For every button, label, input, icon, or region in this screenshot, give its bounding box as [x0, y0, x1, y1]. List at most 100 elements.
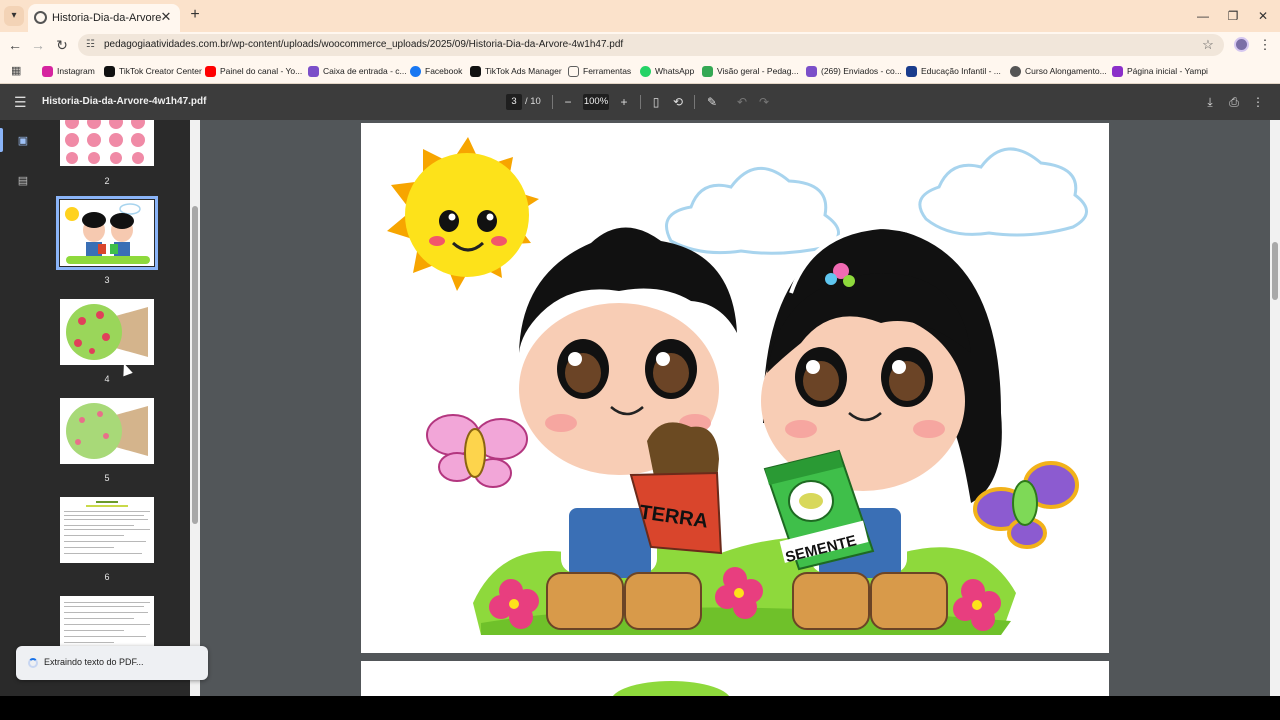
tab-strip: ▾ Historia-Dia-da-Arvore-4w1h47 ✕ + — ❐ …	[0, 0, 1280, 32]
globe-icon	[34, 11, 47, 24]
bookmark-label: TikTok Ads Manager	[485, 66, 562, 76]
hearts-thumbnail-image	[60, 120, 154, 166]
bookmark-facebook[interactable]: Facebook	[410, 63, 462, 79]
redo-icon[interactable]: ↷	[756, 94, 772, 110]
thumbnail-page-2[interactable]	[60, 120, 154, 166]
thumbnail-scrollbar-thumb[interactable]	[192, 206, 198, 524]
main-scrollbar[interactable]	[1270, 120, 1280, 696]
bookmark-label: Caixa de entrada - c...	[323, 66, 407, 76]
bookmark-label: WhatsApp	[655, 66, 695, 76]
rotate-icon[interactable]: ⟲	[670, 94, 686, 110]
kids-thumbnail-image	[60, 200, 154, 266]
page-icon	[906, 65, 917, 77]
browser-toolbar: ← → ↻ ☷ pedagogiaatividades.com.br/wp-co…	[0, 32, 1280, 58]
whatsapp-icon	[640, 65, 651, 77]
zoom-in-icon[interactable]: +	[616, 94, 632, 110]
bookmark-inbox[interactable]: Caixa de entrada - c...	[308, 63, 407, 79]
thumbnail-number: 2	[104, 176, 110, 186]
zoom-input[interactable]: 100%	[583, 94, 609, 110]
yampi-icon	[1112, 65, 1123, 77]
window-close-button[interactable]: ✕	[1248, 6, 1278, 26]
url-text: pedagogiaatividades.com.br/wp-content/up…	[104, 39, 624, 50]
site-info-icon[interactable]: ☷	[86, 39, 98, 51]
toast-text: Extraindo texto do PDF...	[44, 657, 144, 667]
thumbnail-number: 5	[104, 473, 110, 483]
page-number-input[interactable]: 3	[506, 94, 522, 110]
tab-title: Historia-Dia-da-Arvore-4w1h47	[52, 12, 162, 24]
forward-button[interactable]: →	[28, 35, 48, 55]
bookmark-label: Visão geral - Pedag...	[717, 66, 799, 76]
pdf-file-name: Historia-Dia-da-Arvore-4w1h47.pdf	[42, 96, 207, 107]
bookmark-tiktok-ads[interactable]: TikTok Ads Manager	[470, 63, 562, 79]
menu-icon[interactable]: ☰	[14, 95, 28, 109]
text-thumbnail-image	[60, 497, 154, 563]
bookmark-label: Página inicial - Yampi	[1127, 66, 1208, 76]
bookmark-label: TikTok Creator Center	[119, 66, 202, 76]
pink-butterfly-icon	[426, 414, 528, 488]
sun-icon	[387, 137, 539, 291]
thumbnail-panel: 2 3 4 5 6	[46, 120, 190, 696]
folder-icon	[568, 65, 579, 77]
bookmark-label: Curso Alongamento...	[1025, 66, 1107, 76]
minimize-button[interactable]: —	[1188, 6, 1218, 26]
bookmark-early-education[interactable]: Educação Infantil - ...	[906, 63, 1001, 79]
bookmark-whatsapp[interactable]: WhatsApp	[640, 63, 694, 79]
browser-menu-icon[interactable]: ⋮	[1258, 35, 1272, 55]
thumbnail-page-4[interactable]	[60, 299, 154, 365]
divider	[694, 95, 695, 109]
fit-page-icon[interactable]: ▯	[648, 94, 664, 110]
bookmark-instagram[interactable]: Instagram	[42, 63, 95, 79]
browser-window: ▾ Historia-Dia-da-Arvore-4w1h47 ✕ + — ❐ …	[0, 0, 1280, 720]
bookmark-stretching-course[interactable]: Curso Alongamento...	[1010, 63, 1107, 79]
sidebar-rail	[0, 120, 46, 696]
bookmark-yampi[interactable]: Página inicial - Yampi	[1112, 63, 1208, 79]
instagram-icon	[42, 65, 53, 77]
globe-icon	[1010, 65, 1021, 77]
mail-icon	[308, 65, 319, 77]
tab-search-button[interactable]: ▾	[4, 6, 24, 26]
address-bar[interactable]: ☷ pedagogiaatividades.com.br/wp-content/…	[78, 34, 1224, 56]
bookmark-star-icon[interactable]: ☆	[1200, 37, 1216, 53]
divider	[552, 95, 553, 109]
print-icon[interactable]: ⎙	[1226, 94, 1242, 110]
reload-button[interactable]: ↻	[52, 35, 72, 55]
close-icon[interactable]: ✕	[158, 9, 174, 25]
bookmark-folder-tools[interactable]: Ferramentas	[568, 63, 631, 79]
bookmark-label: Ferramentas	[583, 66, 632, 76]
thumbnail-number: 4	[104, 374, 110, 384]
loading-spinner-icon	[28, 658, 38, 668]
undo-icon[interactable]: ↶	[734, 94, 750, 110]
bookmark-tiktok-creator[interactable]: TikTok Creator Center	[104, 63, 202, 79]
restore-button[interactable]: ❐	[1218, 6, 1248, 26]
annotate-icon[interactable]: ✎	[704, 94, 720, 110]
main-scrollbar-thumb[interactable]	[1272, 242, 1278, 300]
thumbnails-view-icon[interactable]: ▣	[16, 134, 30, 148]
thumbnail-page-6[interactable]	[60, 497, 154, 563]
bookmark-overview[interactable]: Visão geral - Pedag...	[702, 63, 799, 79]
download-icon[interactable]: ⤓	[1202, 94, 1218, 110]
pdf-canvas: TERRA SEMENTE	[200, 120, 1270, 696]
next-page-grass-image	[612, 681, 730, 696]
more-options-icon[interactable]: ⋮	[1250, 94, 1266, 110]
thumbnail-number: 6	[104, 572, 110, 582]
profile-avatar[interactable]	[1234, 37, 1249, 52]
bookmark-youtube[interactable]: Painel do canal - Yo...	[205, 63, 302, 79]
active-tab[interactable]: Historia-Dia-da-Arvore-4w1h47 ✕	[28, 4, 180, 32]
thumbnail-page-5[interactable]	[60, 398, 154, 464]
rail-active-indicator	[0, 128, 3, 152]
zoom-out-icon[interactable]: −	[560, 94, 576, 110]
outline-view-icon[interactable]: ▤	[16, 174, 30, 188]
bookmark-label: (269) Enviados - co...	[821, 66, 902, 76]
new-tab-button[interactable]: +	[186, 6, 204, 24]
bookmark-sent[interactable]: (269) Enviados - co...	[806, 63, 902, 79]
divider	[640, 95, 641, 109]
back-button[interactable]: ←	[5, 35, 25, 55]
mail-icon	[806, 65, 817, 77]
page-total: / 10	[525, 96, 541, 107]
thumbnail-page-3[interactable]	[56, 196, 158, 270]
tree-thumbnail-image	[60, 398, 154, 464]
apps-grid-icon[interactable]: ▦	[11, 65, 23, 77]
youtube-icon	[205, 65, 216, 77]
extracting-text-toast: Extraindo texto do PDF...	[16, 646, 208, 680]
bookmark-label: Educação Infantil - ...	[921, 66, 1001, 76]
